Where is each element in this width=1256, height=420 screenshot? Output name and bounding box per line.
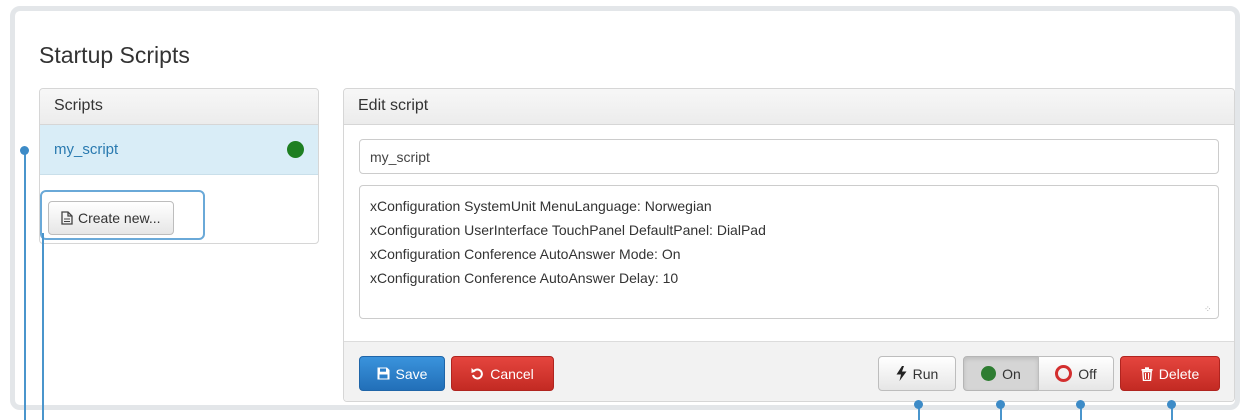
script-name-link[interactable]: my_script xyxy=(54,141,118,158)
script-code-editor[interactable]: xConfiguration SystemUnit MenuLanguage: … xyxy=(359,185,1219,319)
on-status-icon xyxy=(981,366,997,381)
on-toggle-button[interactable]: On xyxy=(963,356,1039,391)
create-new-highlight xyxy=(40,190,205,240)
run-button[interactable]: Run xyxy=(878,356,956,391)
script-name-input[interactable] xyxy=(359,139,1219,174)
callout-dot-off xyxy=(1076,400,1085,409)
script-list-item[interactable]: my_script xyxy=(40,125,318,175)
run-label: Run xyxy=(912,365,939,382)
callout-dot-on xyxy=(996,400,1005,409)
script-active-status-icon xyxy=(287,141,304,158)
floppy-disk-icon xyxy=(377,367,390,380)
edit-panel-heading: Edit script xyxy=(344,89,1234,125)
lightning-bolt-icon xyxy=(896,366,907,381)
scripts-panel-heading: Scripts xyxy=(40,89,318,125)
off-status-icon xyxy=(1055,365,1073,382)
callout-line-create-new xyxy=(42,233,44,420)
save-label: Save xyxy=(395,365,428,382)
delete-button[interactable]: Delete xyxy=(1120,356,1220,391)
callout-dot-run xyxy=(914,400,923,409)
on-label: On xyxy=(1002,365,1021,382)
trash-icon xyxy=(1141,366,1153,381)
delete-label: Delete xyxy=(1158,365,1200,382)
callout-dot-script-item xyxy=(20,146,29,155)
off-toggle-button[interactable]: Off xyxy=(1038,356,1114,391)
editor-footer: Save Cancel Run On Off Delete xyxy=(344,341,1234,401)
callout-line-script-item xyxy=(24,151,26,420)
edit-script-panel: Edit script xConfiguration SystemUnit Me… xyxy=(343,88,1235,402)
cancel-label: Cancel xyxy=(490,365,534,382)
cancel-button[interactable]: Cancel xyxy=(451,356,554,391)
save-button[interactable]: Save xyxy=(359,356,445,391)
off-label: Off xyxy=(1078,365,1097,382)
page-title: Startup Scripts xyxy=(39,42,190,68)
undo-icon xyxy=(471,368,484,380)
callout-dot-delete xyxy=(1167,400,1176,409)
